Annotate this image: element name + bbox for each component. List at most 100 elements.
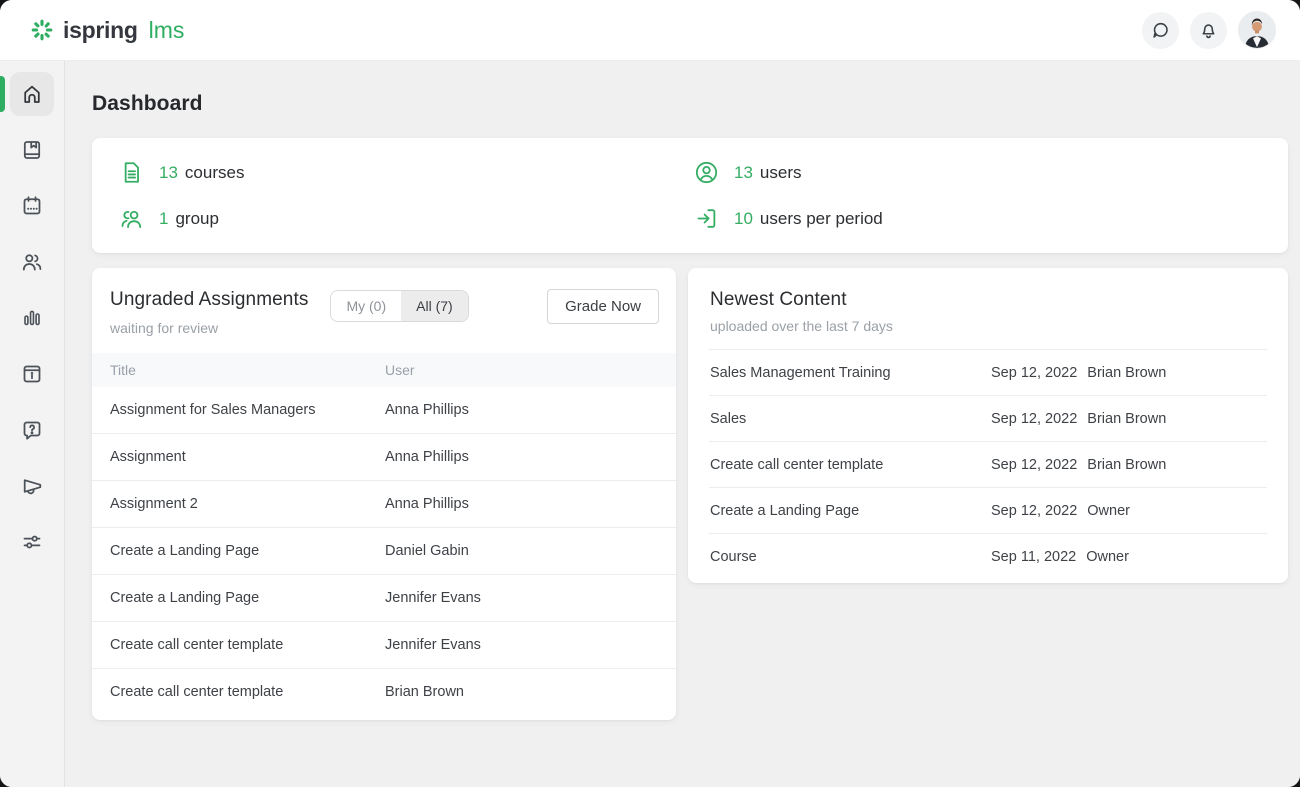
- list-item[interactable]: Course Sep 11, 2022 Owner: [709, 533, 1267, 579]
- notifications-button[interactable]: [1190, 12, 1227, 49]
- sidebar-item-courses[interactable]: [10, 128, 54, 172]
- list-item[interactable]: Sales Sep 12, 2022 Brian Brown: [709, 395, 1267, 441]
- sidebar-item-home[interactable]: [10, 72, 54, 116]
- toggle-my[interactable]: My (0): [331, 291, 401, 321]
- ungraded-subtitle: waiting for review: [110, 320, 308, 336]
- table-row[interactable]: Create a Landing Page Jennifer Evans: [92, 574, 676, 621]
- sidebar-item-people[interactable]: [10, 240, 54, 284]
- assignments-table: Assignment for Sales Managers Anna Phill…: [92, 387, 676, 715]
- sidebar-item-reports[interactable]: [10, 296, 54, 340]
- list-item[interactable]: Create a Landing Page Sep 12, 2022 Owner: [709, 487, 1267, 533]
- ungraded-title: Ungraded Assignments: [110, 289, 308, 311]
- content-date: Sep 11, 2022: [991, 549, 1076, 565]
- stat-users-per-period-value: 10: [734, 209, 753, 229]
- sidebar-item-help[interactable]: [10, 408, 54, 452]
- login-icon: [693, 205, 720, 232]
- home-icon: [20, 82, 44, 106]
- table-row[interactable]: Assignment for Sales Managers Anna Phill…: [92, 387, 676, 433]
- stat-courses-label: courses: [185, 163, 245, 183]
- list-item[interactable]: Create call center template Sep 12, 2022…: [709, 441, 1267, 487]
- main-content: Dashboard 13 courses: [65, 61, 1300, 787]
- stat-users-value: 13: [734, 163, 753, 183]
- newest-title: Newest Content: [710, 289, 1266, 311]
- user-avatar[interactable]: [1238, 11, 1276, 49]
- assignment-title: Assignment for Sales Managers: [110, 402, 385, 418]
- assignments-table-header: Title User: [92, 353, 676, 387]
- assignments-filter-toggle: My (0) All (7): [330, 290, 468, 322]
- assignment-user: Anna Phillips: [385, 402, 658, 418]
- stats-card: 13 courses 13 users: [92, 138, 1288, 253]
- grade-now-button[interactable]: Grade Now: [547, 289, 659, 324]
- content-author: Owner: [1087, 503, 1130, 519]
- table-row[interactable]: Create call center template Jennifer Eva…: [92, 621, 676, 668]
- brand-name: ispring: [63, 17, 138, 44]
- ungraded-head-text: Ungraded Assignments waiting for review: [110, 289, 308, 336]
- table-row[interactable]: Assignment Anna Phillips: [92, 433, 676, 480]
- stat-users-per-period[interactable]: 10 users per period: [693, 205, 1268, 232]
- assignment-user: Anna Phillips: [385, 449, 658, 465]
- stat-users-label: users: [760, 163, 802, 183]
- stat-group-value: 1: [159, 209, 168, 229]
- table-row[interactable]: Create a Landing Page Daniel Gabin: [92, 527, 676, 574]
- content-author: Brian Brown: [1087, 457, 1166, 473]
- column-user: User: [385, 362, 658, 378]
- ungraded-assignments-card: Ungraded Assignments waiting for review …: [92, 268, 676, 720]
- stat-users-per-period-label: users per period: [760, 209, 883, 229]
- content-date: Sep 12, 2022: [991, 411, 1077, 427]
- assignment-title: Create a Landing Page: [110, 543, 385, 559]
- list-item[interactable]: Sales Management Training Sep 12, 2022 B…: [709, 349, 1267, 395]
- page-title: Dashboard: [92, 92, 1288, 116]
- content-date: Sep 12, 2022: [991, 365, 1077, 381]
- sidebar-item-settings[interactable]: [10, 520, 54, 564]
- sidebar-item-info[interactable]: [10, 352, 54, 396]
- calendar-icon: [20, 194, 44, 218]
- stat-courses-value: 13: [159, 163, 178, 183]
- user-circle-icon: [693, 159, 720, 186]
- toggle-all[interactable]: All (7): [401, 291, 468, 321]
- assignment-title: Create call center template: [110, 684, 385, 700]
- app-header: ispring lms: [0, 0, 1300, 61]
- assignment-user: Brian Brown: [385, 684, 658, 700]
- stat-courses[interactable]: 13 courses: [118, 159, 693, 186]
- assignment-user: Jennifer Evans: [385, 637, 658, 653]
- ispring-spinner-icon: [30, 18, 54, 42]
- table-row[interactable]: Assignment 2 Anna Phillips: [92, 480, 676, 527]
- sidebar-nav: [0, 61, 65, 787]
- assignment-title: Assignment: [110, 449, 385, 465]
- assignment-user: Anna Phillips: [385, 496, 658, 512]
- assignment-user: Jennifer Evans: [385, 590, 658, 606]
- question-bubble-icon: [20, 418, 44, 442]
- bar-chart-icon: [20, 306, 44, 330]
- messages-button[interactable]: [1142, 12, 1179, 49]
- bell-icon: [1198, 20, 1219, 41]
- stat-users[interactable]: 13 users: [693, 159, 1268, 186]
- newest-content-card: Newest Content uploaded over the last 7 …: [688, 268, 1288, 583]
- app-window: ispring lms: [0, 0, 1300, 787]
- content-author: Brian Brown: [1087, 365, 1166, 381]
- sidebar-item-calendar[interactable]: [10, 184, 54, 228]
- header-actions: [1142, 11, 1276, 49]
- people-icon: [20, 250, 44, 274]
- content-title: Sales Management Training: [710, 365, 991, 381]
- group-icon: [118, 205, 145, 232]
- assignment-title: Create a Landing Page: [110, 590, 385, 606]
- ispring-logo[interactable]: ispring lms: [30, 17, 184, 44]
- assignment-title: Create call center template: [110, 637, 385, 653]
- sliders-icon: [20, 530, 44, 554]
- content-title: Sales: [710, 411, 991, 427]
- content-title: Create a Landing Page: [710, 503, 991, 519]
- content-author: Brian Brown: [1087, 411, 1166, 427]
- stat-group-label: group: [175, 209, 218, 229]
- stat-group[interactable]: 1 group: [118, 205, 693, 232]
- content-title: Create call center template: [710, 457, 991, 473]
- newest-subtitle: uploaded over the last 7 days: [710, 318, 1266, 334]
- chat-bubble-icon: [1150, 20, 1171, 41]
- content-date: Sep 12, 2022: [991, 457, 1077, 473]
- column-title: Title: [110, 362, 385, 378]
- content-author: Owner: [1086, 549, 1129, 565]
- brand-product: lms: [149, 17, 185, 44]
- document-icon: [118, 159, 145, 186]
- table-row[interactable]: Create call center template Brian Brown: [92, 668, 676, 715]
- book-icon: [20, 138, 44, 162]
- sidebar-item-announcements[interactable]: [10, 464, 54, 508]
